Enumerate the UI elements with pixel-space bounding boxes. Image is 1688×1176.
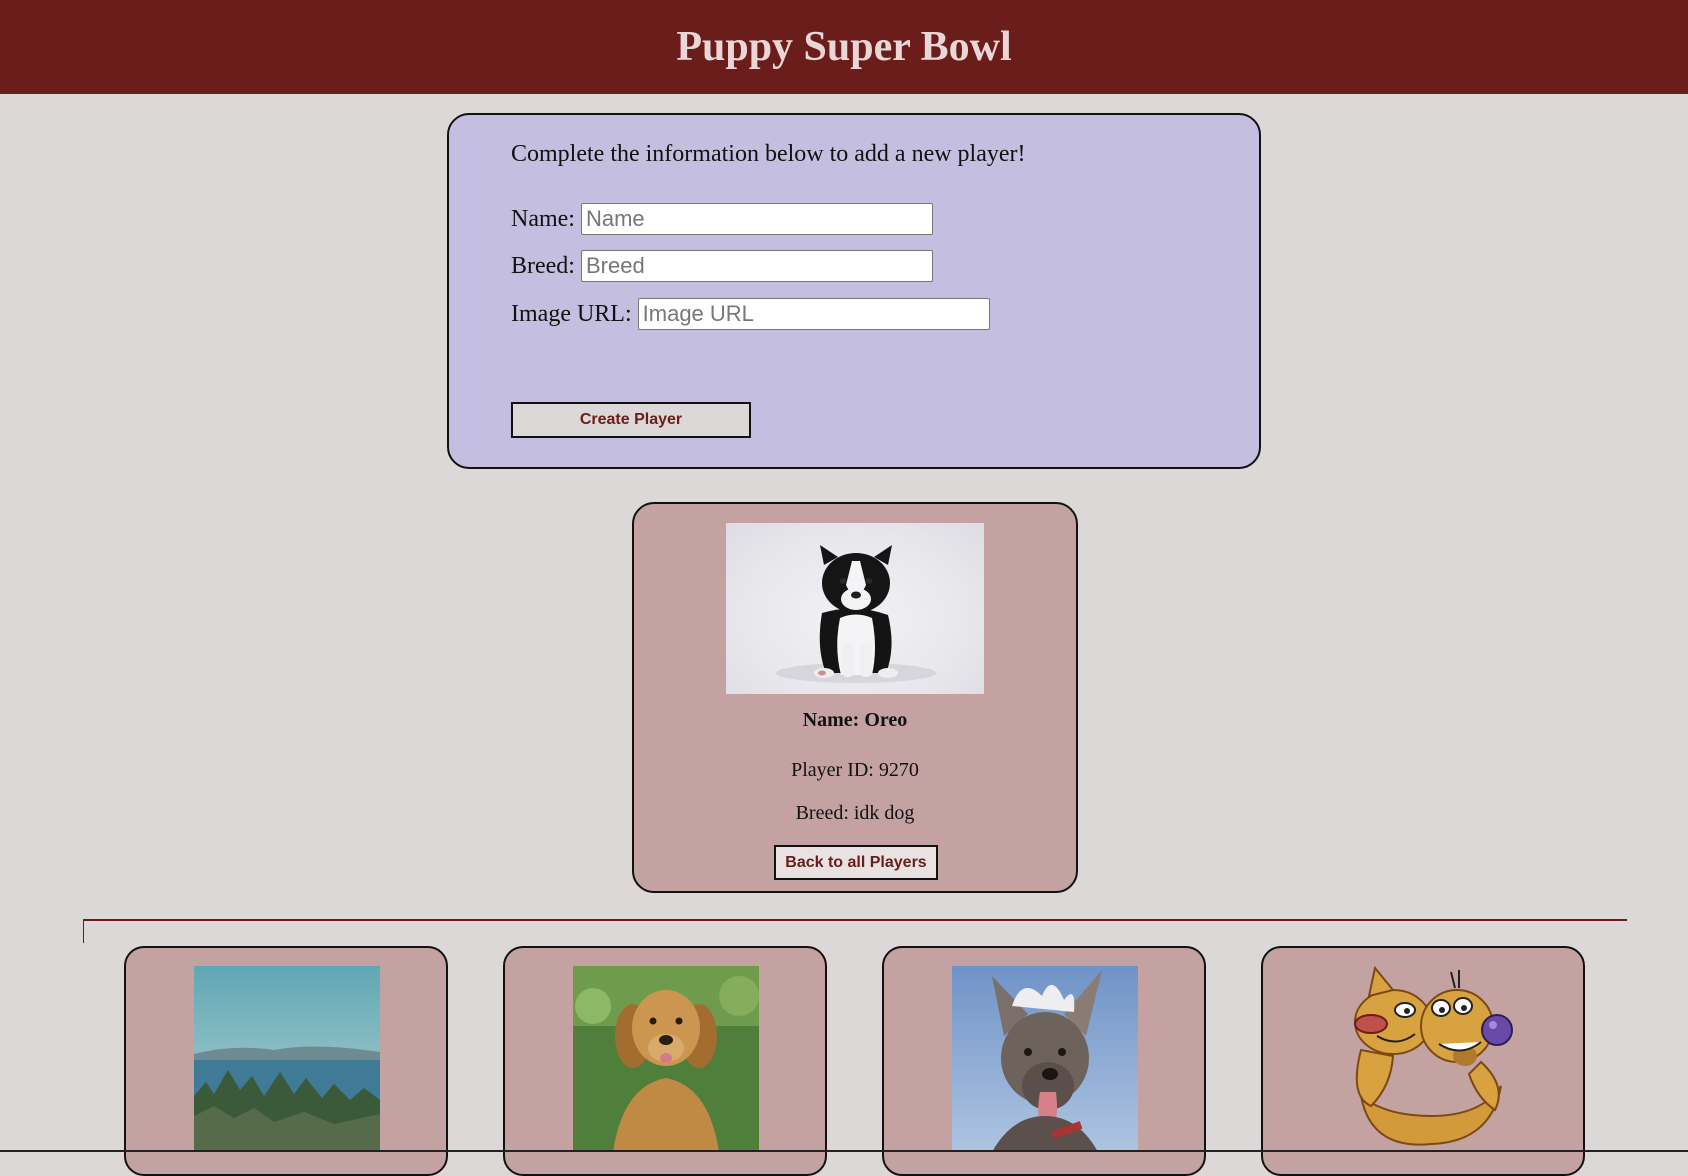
player-card-1[interactable] bbox=[124, 946, 448, 1176]
player-photo-hairless-dog bbox=[952, 966, 1138, 1152]
page-title: Puppy Super Bowl bbox=[676, 24, 1012, 70]
player-card-3[interactable] bbox=[882, 946, 1206, 1176]
image-url-input[interactable] bbox=[637, 298, 990, 330]
player-card-4[interactable] bbox=[1261, 946, 1585, 1176]
player-photo-golden-retriever bbox=[573, 966, 759, 1152]
divider-tick bbox=[83, 919, 84, 943]
breed-row: Breed: bbox=[511, 250, 933, 282]
player-card-2[interactable] bbox=[503, 946, 827, 1176]
breed-label: Breed: bbox=[511, 252, 575, 279]
form-intro-text: Complete the information below to add a … bbox=[511, 141, 1026, 167]
image-url-label: Image URL: bbox=[511, 300, 632, 327]
section-divider bbox=[83, 919, 1627, 921]
create-player-button[interactable]: Create Player bbox=[511, 402, 751, 438]
name-label: Name: bbox=[511, 205, 575, 232]
player-detail-card: Name: Oreo Player ID: 9270 Breed: idk do… bbox=[632, 502, 1078, 893]
player-name: Name: Oreo bbox=[802, 709, 908, 731]
name-row: Name: bbox=[511, 203, 933, 235]
image-url-row: Image URL: bbox=[511, 298, 990, 330]
page-header: Puppy Super Bowl bbox=[0, 0, 1688, 94]
player-photo-oreo bbox=[726, 523, 984, 694]
player-id: Player ID: 9270 bbox=[791, 759, 919, 781]
name-input[interactable] bbox=[580, 203, 933, 235]
player-breed: Breed: idk dog bbox=[795, 802, 915, 824]
new-player-form: Complete the information below to add a … bbox=[447, 113, 1261, 469]
back-to-all-players-button[interactable]: Back to all Players bbox=[774, 845, 938, 880]
player-photo-landscape bbox=[194, 966, 380, 1152]
player-photo-catdog-cartoon bbox=[1331, 966, 1517, 1152]
breed-input[interactable] bbox=[580, 250, 933, 282]
